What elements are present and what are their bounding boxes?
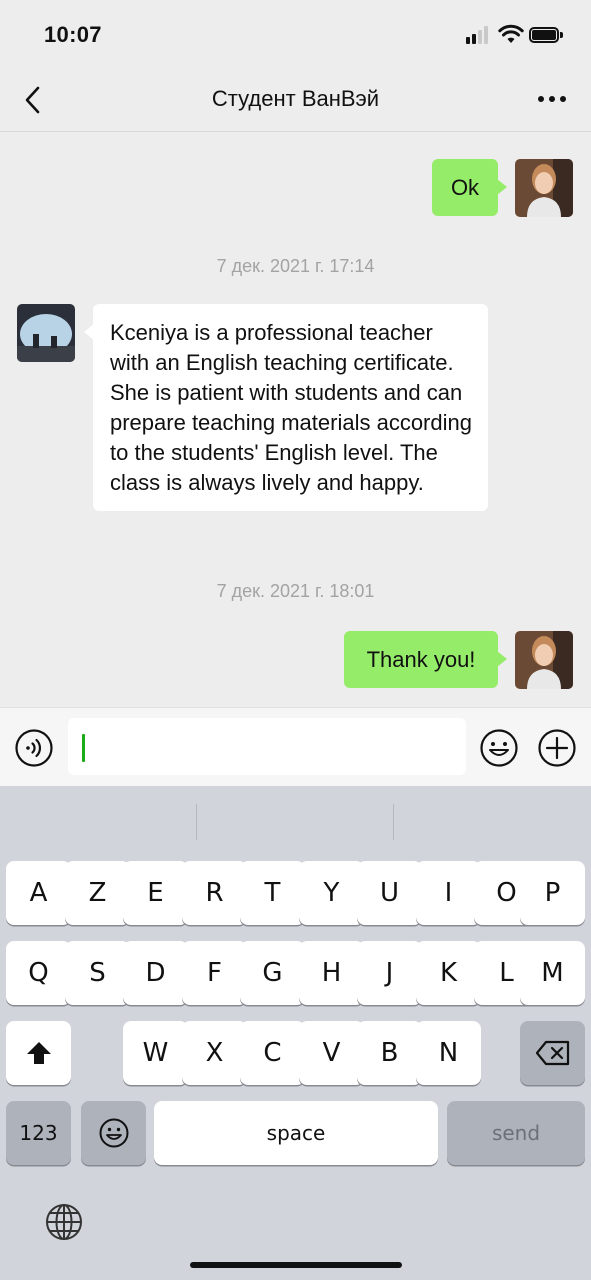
shift-key[interactable] <box>6 1021 71 1085</box>
key-y[interactable]: Y <box>299 861 364 925</box>
space-key[interactable]: space <box>154 1101 438 1165</box>
contact-avatar[interactable] <box>17 304 75 362</box>
key-x[interactable]: X <box>182 1021 247 1085</box>
key-t[interactable]: T <box>240 861 305 925</box>
message-list[interactable]: Ok 7 дек. 2021 г. 17:14 Kceniya is a pro… <box>0 132 591 707</box>
key-h[interactable]: H <box>299 941 364 1005</box>
key-r[interactable]: R <box>182 861 247 925</box>
my-avatar[interactable] <box>515 159 573 217</box>
key-b[interactable]: B <box>357 1021 422 1085</box>
key-a[interactable]: A <box>6 861 71 925</box>
message-composer <box>0 707 591 786</box>
key-c[interactable]: C <box>240 1021 305 1085</box>
globe-icon[interactable] <box>44 1202 84 1242</box>
key-s[interactable]: S <box>65 941 130 1005</box>
message-timestamp: 7 дек. 2021 г. 18:01 <box>216 581 375 601</box>
key-d[interactable]: D <box>123 941 188 1005</box>
shift-icon <box>26 1042 51 1064</box>
outgoing-message-bubble[interactable]: Ok <box>432 159 507 216</box>
key-v[interactable]: V <box>299 1021 364 1085</box>
key-e[interactable]: E <box>123 861 188 925</box>
home-indicator <box>190 1262 402 1268</box>
key-m[interactable]: M <box>520 941 585 1005</box>
key-q[interactable]: Q <box>6 941 71 1005</box>
emoji-icon[interactable] <box>479 728 519 768</box>
outgoing-message-bubble[interactable]: Thank you! <box>344 631 507 688</box>
message-text: Ok <box>450 175 480 200</box>
status-bar: 10:07 <box>0 0 591 70</box>
numbers-key[interactable]: 123 <box>6 1101 71 1165</box>
key-u[interactable]: U <box>357 861 422 925</box>
key-g[interactable]: G <box>240 941 305 1005</box>
chat-header: Студент ВанВэй <box>0 70 591 132</box>
key-z[interactable]: Z <box>65 861 130 925</box>
send-key[interactable]: send <box>447 1101 585 1165</box>
message-input[interactable] <box>68 718 466 775</box>
status-time: 10:07 <box>44 22 102 47</box>
message-timestamp: 7 дек. 2021 г. 17:14 <box>216 256 375 276</box>
suggestion-divider <box>393 804 394 840</box>
my-avatar[interactable] <box>515 631 573 689</box>
emoji-icon <box>99 1118 128 1148</box>
keyboard: A Z E R T Y U I O P Q S D F G H J K L M … <box>0 786 591 1280</box>
key-i[interactable]: I <box>416 861 481 925</box>
chat-title: Студент ВанВэй <box>211 86 380 111</box>
plus-icon[interactable] <box>537 728 577 768</box>
battery-icon <box>529 27 563 43</box>
key-j[interactable]: J <box>357 941 422 1005</box>
emoji-keyboard-key[interactable] <box>81 1101 146 1165</box>
suggestion-divider <box>196 804 197 840</box>
backspace-icon <box>535 1040 569 1066</box>
backspace-key[interactable] <box>520 1021 585 1085</box>
wifi-icon <box>498 24 524 43</box>
key-w[interactable]: W <box>123 1021 188 1085</box>
message-text: Thank you! <box>366 647 476 672</box>
message-text: Kceniya is a professional teacher with a… <box>110 320 472 495</box>
key-n[interactable]: N <box>416 1021 481 1085</box>
more-dots-icon[interactable] <box>532 84 572 114</box>
text-cursor <box>82 734 85 762</box>
key-f[interactable]: F <box>182 941 247 1005</box>
key-p[interactable]: P <box>520 861 585 925</box>
key-k[interactable]: K <box>416 941 481 1005</box>
incoming-message-bubble[interactable]: Kceniya is a professional teacher with a… <box>84 304 488 511</box>
voice-icon[interactable] <box>14 728 54 768</box>
cellular-signal-icon <box>466 26 490 44</box>
back-chevron-icon[interactable] <box>16 82 52 118</box>
